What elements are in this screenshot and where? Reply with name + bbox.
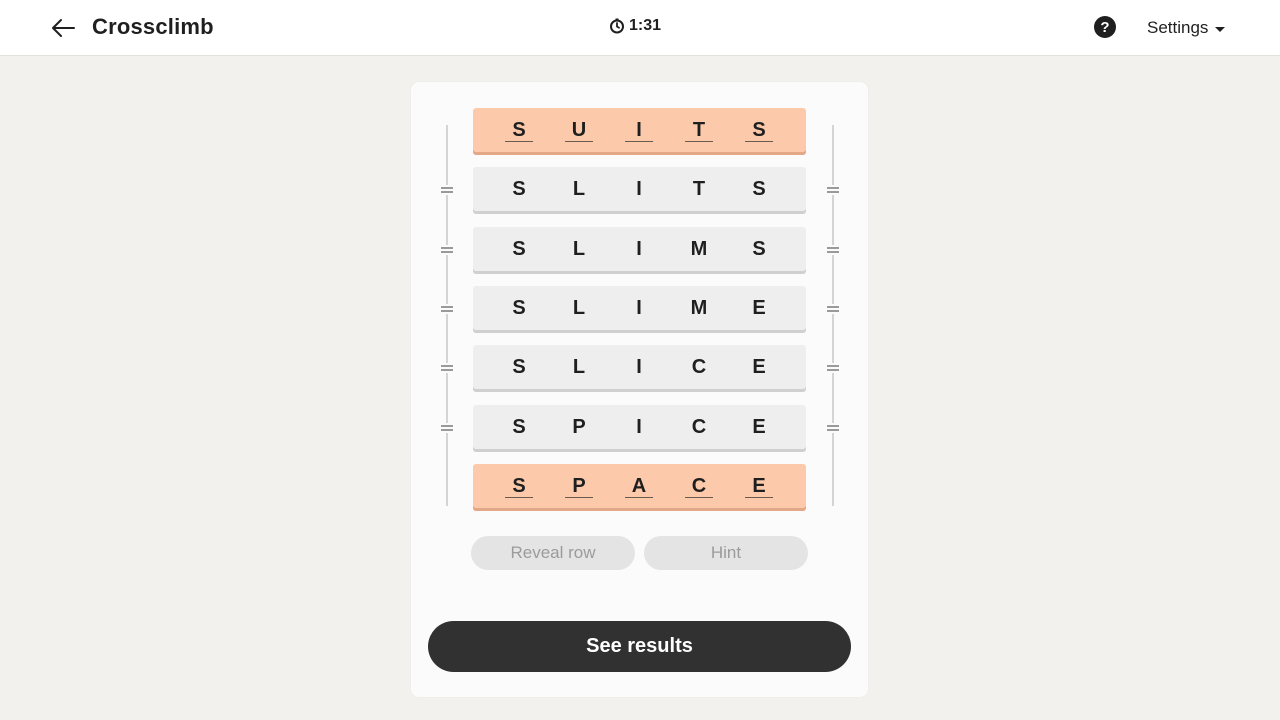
- settings-dropdown[interactable]: Settings: [1147, 18, 1226, 38]
- drag-handle-icon[interactable]: [441, 245, 453, 255]
- letter-cell: E: [752, 415, 766, 438]
- letter-cell: L: [572, 177, 586, 200]
- letter-cell: M: [690, 296, 708, 319]
- letter-cell: I: [636, 237, 642, 260]
- word-row[interactable]: SLITS: [473, 167, 806, 214]
- drag-handle-icon[interactable]: [827, 423, 839, 433]
- letter-cell: S: [504, 108, 534, 152]
- letter-cell: E: [752, 355, 766, 378]
- fixed-word-row: SUITS: [473, 108, 806, 155]
- letter-cell: L: [572, 296, 586, 319]
- word-row[interactable]: SLICE: [473, 345, 806, 392]
- letter-cell: M: [690, 237, 708, 260]
- letter-cell: S: [512, 177, 526, 200]
- reveal-row-button[interactable]: Reveal row: [471, 536, 635, 570]
- letter-cell: C: [691, 355, 707, 378]
- fixed-word-row: SPACE: [473, 464, 806, 511]
- letter-cell: I: [636, 296, 642, 319]
- letter-cell: I: [624, 108, 654, 152]
- letter-cell: S: [504, 464, 534, 508]
- chevron-down-icon: [1215, 26, 1226, 32]
- letter-cell: U: [564, 108, 594, 152]
- drag-handle-icon[interactable]: [441, 304, 453, 314]
- letter-cell: S: [512, 237, 526, 260]
- letter-cell: P: [564, 464, 594, 508]
- app-title: Crossclimb: [92, 14, 214, 39]
- help-button[interactable]: ?: [1094, 16, 1116, 38]
- question-circle-icon: ?: [1100, 18, 1110, 36]
- timer: 1:31: [609, 17, 661, 35]
- settings-label: Settings: [1147, 18, 1209, 37]
- word-row[interactable]: SLIMS: [473, 227, 806, 274]
- drag-handle-icon[interactable]: [441, 363, 453, 373]
- drag-handle-icon[interactable]: [827, 245, 839, 255]
- arrow-left-icon: [52, 19, 75, 37]
- hint-button[interactable]: Hint: [644, 536, 808, 570]
- letter-cell: S: [512, 296, 526, 319]
- timer-value: 1:31: [629, 17, 662, 34]
- see-results-button[interactable]: See results: [428, 621, 851, 672]
- top-bar: Crossclimb 1:31 ? Settings: [0, 0, 1280, 56]
- letter-cell: T: [692, 177, 706, 200]
- drag-handle-icon[interactable]: [441, 423, 453, 433]
- letter-cell: E: [744, 464, 774, 508]
- drag-handle-icon[interactable]: [827, 185, 839, 195]
- word-row[interactable]: SPICE: [473, 405, 806, 452]
- letter-cell: S: [744, 108, 774, 152]
- letter-cell: L: [572, 237, 586, 260]
- letter-cell: S: [512, 415, 526, 438]
- letter-cell: I: [636, 177, 642, 200]
- drag-handle-icon[interactable]: [827, 363, 839, 373]
- word-row[interactable]: SLIME: [473, 286, 806, 333]
- letter-cell: C: [684, 464, 714, 508]
- back-button[interactable]: [48, 13, 78, 43]
- letter-cell: S: [752, 237, 766, 260]
- letter-cell: S: [752, 177, 766, 200]
- letter-cell: T: [684, 108, 714, 152]
- right-rail: [832, 125, 834, 506]
- drag-handle-icon[interactable]: [441, 185, 453, 195]
- letter-cell: S: [512, 355, 526, 378]
- letter-cell: I: [636, 355, 642, 378]
- letter-cell: P: [572, 415, 586, 438]
- letter-cell: E: [752, 296, 766, 319]
- left-rail: [446, 125, 448, 506]
- letter-cell: I: [636, 415, 642, 438]
- letter-cell: C: [691, 415, 707, 438]
- letter-cell: A: [624, 464, 654, 508]
- letter-cell: L: [572, 355, 586, 378]
- drag-handle-icon[interactable]: [827, 304, 839, 314]
- clock-icon: [610, 18, 624, 34]
